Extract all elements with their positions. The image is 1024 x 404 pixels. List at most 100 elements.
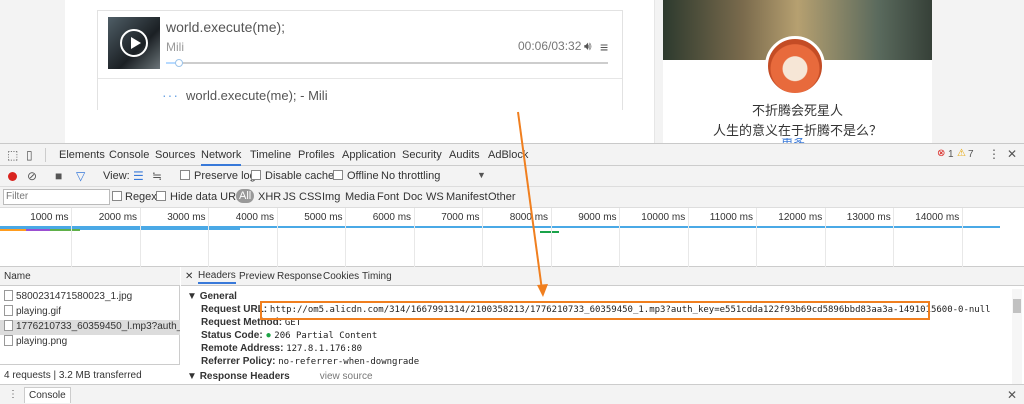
general-section-header[interactable]: ▼ General: [187, 291, 237, 302]
header-key: Referrer Policy:: [201, 356, 276, 367]
throttling-select[interactable]: No throttling: [381, 170, 440, 182]
view-label: View:: [103, 170, 130, 182]
general-label: General: [199, 291, 237, 302]
tab-preview[interactable]: Preview: [239, 271, 275, 282]
filter-type-ws[interactable]: WS: [426, 191, 444, 203]
filter-type-all[interactable]: All: [236, 189, 255, 203]
view-source-link[interactable]: view source: [320, 371, 373, 382]
status-summary: 4 requests | 3.2 MB transferred: [0, 364, 180, 384]
hide-data-urls-checkbox[interactable]: [156, 191, 166, 201]
tab-timing[interactable]: Timing: [362, 271, 392, 282]
tab-response[interactable]: Response: [277, 271, 322, 282]
timeline-tick-label: 6000 ms: [372, 212, 412, 223]
overview-icon[interactable]: ≒: [152, 169, 162, 183]
timeline-tick-label: 13000 ms: [846, 212, 891, 223]
tab-console[interactable]: Console: [109, 149, 149, 161]
warning-icon[interactable]: ⚠: [957, 148, 966, 159]
tab-security[interactable]: Security: [402, 149, 442, 161]
waterfall-bar: [50, 229, 80, 231]
tab-cookies[interactable]: Cookies: [323, 271, 359, 282]
tab-elements[interactable]: Elements: [59, 149, 105, 161]
drawer-menu-icon[interactable]: ⋮: [8, 389, 18, 400]
preserve-log-checkbox[interactable]: [180, 170, 190, 180]
status-ok-icon: ●: [265, 330, 272, 341]
timeline-tick-label: 14000 ms: [915, 212, 960, 223]
progress-knob[interactable]: [175, 59, 184, 67]
tab-headers[interactable]: Headers: [198, 270, 236, 284]
playlist-menu-icon[interactable]: ≡: [600, 39, 608, 55]
header-key: Request URL:: [201, 304, 268, 315]
tab-profiles[interactable]: Profiles: [298, 149, 335, 161]
scrollbar-thumb[interactable]: [1013, 299, 1021, 313]
tab-audits[interactable]: Audits: [449, 149, 480, 161]
close-icon[interactable]: ✕: [1007, 388, 1017, 402]
request-row[interactable]: 5800231471580023_1.jpg: [0, 290, 180, 305]
tab-adblock[interactable]: AdBlock: [488, 149, 528, 161]
filter-type-other[interactable]: Other: [488, 191, 516, 203]
filter-type-css[interactable]: CSS: [299, 191, 322, 203]
devtools-tabbar: ⬚ ▯ Elements Console Sources Network Tim…: [0, 144, 1024, 166]
filter-type-img[interactable]: Img: [322, 191, 340, 203]
record-icon[interactable]: [8, 172, 17, 181]
close-icon[interactable]: ✕: [1007, 147, 1017, 161]
filter-type-media[interactable]: Media: [345, 191, 375, 203]
filter-type-font[interactable]: Font: [377, 191, 399, 203]
avatar[interactable]: [765, 36, 825, 96]
track-time: 00:06/03:32: [518, 39, 582, 53]
waterfall-bar: [540, 231, 559, 233]
request-name: 1776210733_60359450_l.mp3?auth_ke...: [16, 321, 180, 332]
tab-sources[interactable]: Sources: [155, 149, 195, 161]
request-row[interactable]: playing.png: [0, 335, 180, 350]
request-row[interactable]: playing.gif: [0, 305, 180, 320]
error-count[interactable]: 1: [948, 149, 954, 160]
tab-timeline[interactable]: Timeline: [250, 149, 291, 161]
play-icon[interactable]: [120, 29, 148, 57]
regex-label: Regex: [125, 191, 157, 203]
network-overview[interactable]: 1000 ms 2000 ms 3000 ms 4000 ms 5000 ms 6000 …: [0, 208, 1024, 267]
album-cover[interactable]: [108, 17, 160, 69]
timeline-tick-label: 8000 ms: [509, 212, 549, 223]
volume-icon[interactable]: 🔊︎: [584, 39, 592, 54]
web-page: world.execute(me); Mili 00:06/03:32 🔊︎ ≡…: [0, 0, 1024, 143]
filter-type-manifest[interactable]: Manifest: [446, 191, 488, 203]
preserve-log-label: Preserve log: [194, 170, 256, 182]
filter-type-js[interactable]: JS: [283, 191, 296, 203]
warning-count[interactable]: 7: [968, 149, 974, 160]
detail-scrollbar[interactable]: [1012, 289, 1022, 384]
divider: [45, 148, 46, 162]
offline-checkbox[interactable]: [333, 170, 343, 180]
progress-bar[interactable]: [166, 59, 608, 67]
playlist-item[interactable]: world.execute(me); - Mili: [186, 88, 328, 103]
timeline-gridline: [687, 208, 689, 267]
close-icon[interactable]: ✕: [185, 271, 193, 282]
filter-type-doc[interactable]: Doc: [403, 191, 423, 203]
filter-icon[interactable]: ▽: [76, 169, 85, 183]
inspect-icon[interactable]: ⬚: [7, 148, 18, 162]
request-row-selected[interactable]: 1776210733_60359450_l.mp3?auth_ke...: [0, 320, 180, 335]
track-artist: Mili: [166, 40, 184, 54]
timeline-tick-label: 10000 ms: [641, 212, 686, 223]
device-toggle-icon[interactable]: ▯: [26, 148, 33, 162]
tab-network[interactable]: Network: [201, 149, 242, 166]
request-name: playing.gif: [16, 306, 62, 317]
regex-checkbox[interactable]: [112, 191, 122, 201]
disable-cache-checkbox[interactable]: [251, 170, 261, 180]
filter-type-xhr[interactable]: XHR: [258, 191, 281, 203]
large-rows-icon[interactable]: ☰: [133, 169, 144, 183]
capture-screenshots-icon[interactable]: ■: [55, 169, 62, 183]
triangle-down-icon: ▼: [187, 291, 200, 302]
network-toolbar: ⊘ ■ ▽ View: ☰ ≒ Preserve log Disable cac…: [0, 166, 1024, 187]
name-column-header[interactable]: Name: [0, 267, 180, 286]
timeline-tick-label: 9000 ms: [578, 212, 617, 223]
tab-application[interactable]: Application: [342, 149, 396, 161]
filter-input[interactable]: Filter: [3, 189, 110, 205]
clear-icon[interactable]: ⊘: [27, 169, 37, 183]
chevron-down-icon[interactable]: ▼: [477, 170, 486, 180]
drawer-tab-console[interactable]: Console: [24, 387, 71, 403]
response-headers-section-header[interactable]: ▼ Response Headers view source: [187, 371, 373, 383]
error-icon[interactable]: ⊗: [937, 148, 945, 159]
request-detail: ✕ Headers Preview Response Cookies Timin…: [181, 267, 1024, 384]
timeline-tick-label: 3000 ms: [167, 212, 206, 223]
disable-cache-label: Disable cache: [265, 170, 335, 182]
more-options-icon[interactable]: ⋮: [988, 147, 1000, 161]
